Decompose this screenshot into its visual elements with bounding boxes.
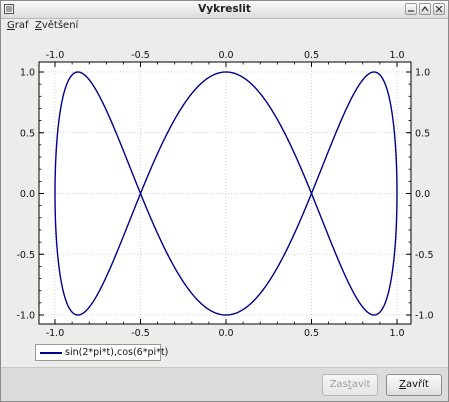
plot-area[interactable]: -1.0 -1.0 -0.5 -0.5 0.0 0.0 0.5 0.5 1.0 1.0 1.0 1.… xyxy=(1,1,448,367)
plot-canvas xyxy=(38,61,412,325)
y-tick-label-left: 0.5 xyxy=(20,128,35,139)
stop-label-after: avit xyxy=(351,379,371,390)
legend: sin(2*pi*t),cos(6*pi*t) xyxy=(35,344,168,361)
y-tick-label-left: 1.0 xyxy=(20,68,35,79)
stop-label-before: Zas xyxy=(329,379,348,390)
button-bar: Zastavit Zavřít xyxy=(1,367,448,401)
close-label-after: avřít xyxy=(406,379,429,390)
close-button[interactable]: Zavřít xyxy=(386,374,442,396)
x-tick-label-top: 1.0 xyxy=(389,50,404,61)
x-tick-label-top: -1.0 xyxy=(46,50,65,61)
y-tick-label-right: 0.0 xyxy=(415,189,430,200)
x-tick-label-top: 0.5 xyxy=(304,50,319,61)
plot-window: Vykreslit Graf Zvětšení -1.0 -1.0 -0.5 -0.5… xyxy=(0,0,449,402)
y-tick-label-right: -0.5 xyxy=(415,250,434,261)
x-tick-label-bottom: 1.0 xyxy=(389,328,404,339)
x-tick-label-top: -0.5 xyxy=(131,50,150,61)
x-tick-label-bottom: 0.0 xyxy=(218,328,233,339)
y-tick-label-left: 0.0 xyxy=(20,189,35,200)
y-tick-label-left: -0.5 xyxy=(16,250,35,261)
legend-label: sin(2*pi*t),cos(6*pi*t) xyxy=(65,347,169,358)
y-tick-label-right: -1.0 xyxy=(415,311,434,322)
close-label-mnemonic: Z xyxy=(399,379,406,390)
y-tick-label-left: -1.0 xyxy=(16,311,35,322)
x-tick-label-top: 0.0 xyxy=(218,50,233,61)
x-tick-label-bottom: -1.0 xyxy=(46,328,65,339)
x-tick-label-bottom: 0.5 xyxy=(304,328,319,339)
stop-button[interactable]: Zastavit xyxy=(322,374,378,396)
x-tick-label-bottom: -0.5 xyxy=(131,328,150,339)
y-tick-label-right: 0.5 xyxy=(415,128,430,139)
legend-swatch xyxy=(40,352,62,354)
y-tick-label-right: 1.0 xyxy=(415,68,430,79)
